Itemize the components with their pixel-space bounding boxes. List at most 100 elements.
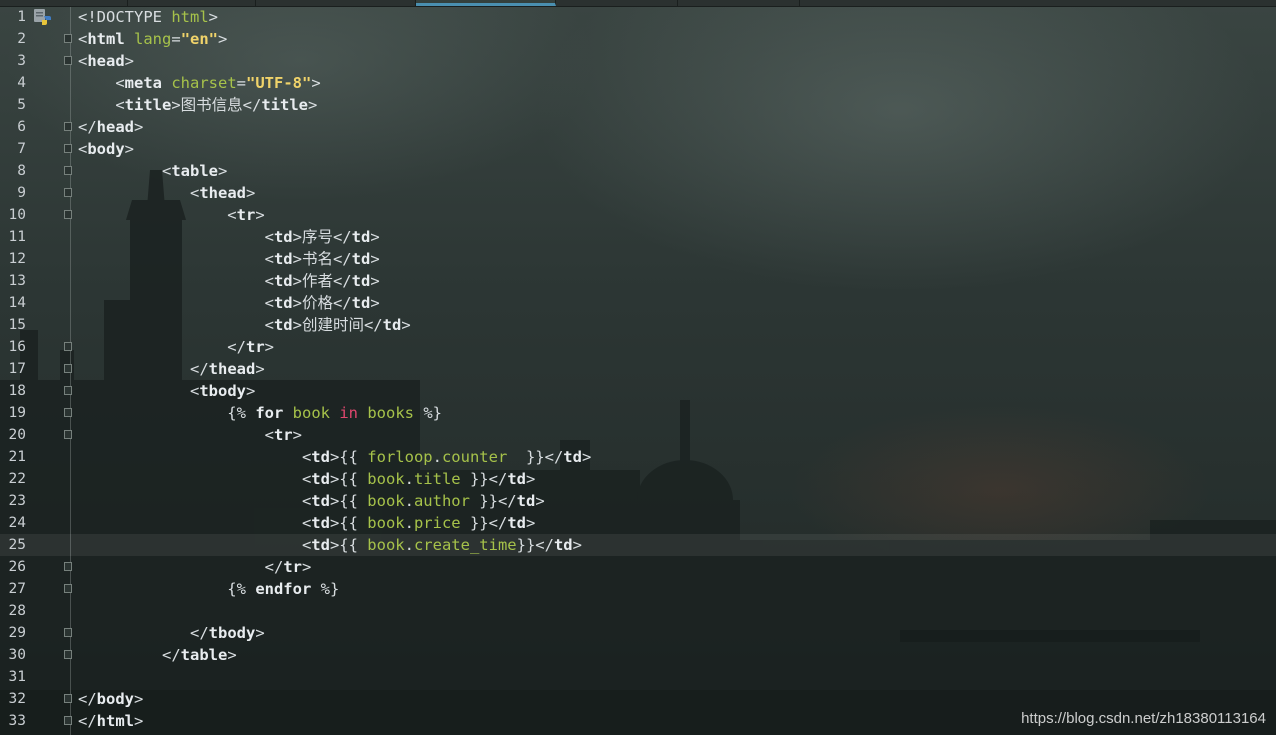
python-file-icon <box>34 9 51 25</box>
fold-marker-icon[interactable] <box>64 342 72 351</box>
code-line[interactable]: 21 <td>{{ forloop.counter }}</td> <box>0 446 1276 468</box>
code-line[interactable]: 2 <html lang="en"> <box>0 28 1276 50</box>
fold-marker-icon[interactable] <box>64 122 72 131</box>
line-number: 7 <box>17 141 26 157</box>
line-number: 26 <box>8 559 26 575</box>
line-number: 12 <box>8 251 26 267</box>
code-line[interactable]: 4 <meta charset="UTF-8"> <box>0 72 1276 94</box>
code-line[interactable]: 18 <tbody> <box>0 380 1276 402</box>
code-token: > <box>311 74 321 92</box>
editor-tab[interactable] <box>128 0 256 6</box>
code-line[interactable]: 17 </thead> <box>0 358 1276 380</box>
fold-marker-icon[interactable] <box>64 716 72 725</box>
editor-tab[interactable] <box>556 0 678 6</box>
watermark-url: https://blog.csdn.net/zh18380113164 <box>1021 710 1266 727</box>
fold-marker-icon[interactable] <box>64 650 72 659</box>
code-token: </ <box>78 624 209 642</box>
code-line[interactable]: 1 <!DOCTYPE html> <box>0 6 1276 28</box>
code-line[interactable]: 31 <box>0 666 1276 688</box>
code-token: html <box>171 8 209 26</box>
code-token: price <box>413 514 461 532</box>
code-line[interactable]: 9 <thead> <box>0 182 1276 204</box>
code-line[interactable]: 3 <head> <box>0 50 1276 72</box>
editor-tab-active[interactable] <box>416 0 556 6</box>
code-text: <body> <box>78 138 134 160</box>
code-line[interactable]: 26 </tr> <box>0 556 1276 578</box>
code-line[interactable]: 25 <td>{{ book.create_time}}</td> <box>0 534 1276 556</box>
line-number: 19 <box>8 405 26 421</box>
code-token: < <box>78 514 312 532</box>
code-line[interactable]: 22 <td>{{ book.title }}</td> <box>0 468 1276 490</box>
code-token: td <box>311 536 330 554</box>
code-line[interactable]: 32 </body> <box>0 688 1276 710</box>
code-editor[interactable]: 1 <!DOCTYPE html> 2 <html lang="en"> 3 <head>… <box>0 6 1276 732</box>
code-token: > <box>525 514 536 532</box>
code-line[interactable]: 29 </tbody> <box>0 622 1276 644</box>
code-line[interactable]: 6 </head> <box>0 116 1276 138</box>
fold-marker-icon[interactable] <box>64 386 72 395</box>
fold-marker-icon[interactable] <box>64 188 72 197</box>
fold-marker-icon[interactable] <box>64 584 72 593</box>
code-line[interactable]: 13 <td>作者</td> <box>0 270 1276 292</box>
code-line[interactable]: 11 <td>序号</td> <box>0 226 1276 248</box>
fold-marker-icon[interactable] <box>64 56 72 65</box>
line-number: 10 <box>8 207 26 223</box>
code-token: tbody <box>199 382 246 400</box>
code-text: <meta charset="UTF-8"> <box>78 72 321 94</box>
line-number: 1 <box>17 9 26 25</box>
code-token: > <box>255 624 265 642</box>
code-line[interactable]: 20 <tr> <box>0 424 1276 446</box>
code-token: tr <box>236 206 256 224</box>
fold-marker-icon[interactable] <box>64 562 72 571</box>
fold-marker-icon[interactable] <box>64 628 72 637</box>
fold-marker-icon[interactable] <box>64 166 72 175</box>
code-token: td <box>351 250 371 268</box>
editor-tab[interactable] <box>0 0 128 6</box>
code-token: head <box>96 118 134 136</box>
code-token: "UTF-8" <box>246 74 312 92</box>
code-line[interactable]: 14 <td>价格</td> <box>0 292 1276 314</box>
code-text: {% for book in books %} <box>78 402 442 424</box>
code-token: table <box>180 646 228 664</box>
code-token: td <box>273 316 293 334</box>
code-line[interactable]: 24 <td>{{ book.price }}</td> <box>0 512 1276 534</box>
code-line[interactable]: 15 <td>创建时间</td> <box>0 314 1276 336</box>
code-token: < <box>78 162 172 180</box>
code-line[interactable]: 12 <td>书名</td> <box>0 248 1276 270</box>
fold-marker-icon[interactable] <box>64 210 72 219</box>
code-token: < <box>78 448 312 466</box>
code-text: <td>书名</td> <box>78 248 380 270</box>
line-number: 23 <box>8 493 26 509</box>
code-line[interactable]: 10 <tr> <box>0 204 1276 226</box>
fold-marker-icon[interactable] <box>64 694 72 703</box>
code-token: < <box>78 74 125 92</box>
code-token: }}</ <box>516 536 554 554</box>
editor-tab[interactable] <box>678 0 800 6</box>
fold-marker-icon[interactable] <box>64 430 72 439</box>
code-token: >书名</ <box>292 250 352 268</box>
code-text: <tbody> <box>78 380 255 402</box>
code-token: td <box>553 536 573 554</box>
code-line[interactable]: 5 <title>图书信息</title> <box>0 94 1276 116</box>
code-token: > <box>255 206 265 224</box>
line-number: 24 <box>8 515 26 531</box>
code-line[interactable]: 16 </tr> <box>0 336 1276 358</box>
code-line[interactable]: 8 <table> <box>0 160 1276 182</box>
code-token: "en" <box>180 30 219 48</box>
code-line[interactable]: 30 </table> <box>0 644 1276 666</box>
editor-tab[interactable] <box>256 0 416 6</box>
fold-marker-icon[interactable] <box>64 34 72 43</box>
code-token: td <box>273 228 293 246</box>
fold-marker-icon[interactable] <box>64 364 72 373</box>
code-line[interactable]: 27 {% endfor %} <box>0 578 1276 600</box>
code-token: < <box>78 140 88 158</box>
code-line[interactable]: 28 <box>0 600 1276 622</box>
code-line[interactable]: 19 {% for book in books %} <box>0 402 1276 424</box>
fold-marker-icon[interactable] <box>64 408 72 417</box>
code-line[interactable]: 7 <body> <box>0 138 1276 160</box>
code-line[interactable]: 23 <td>{{ book.author }}</td> <box>0 490 1276 512</box>
editor-tab-bar <box>0 0 1276 7</box>
fold-marker-icon[interactable] <box>64 144 72 153</box>
code-token: >{{ <box>329 448 368 466</box>
